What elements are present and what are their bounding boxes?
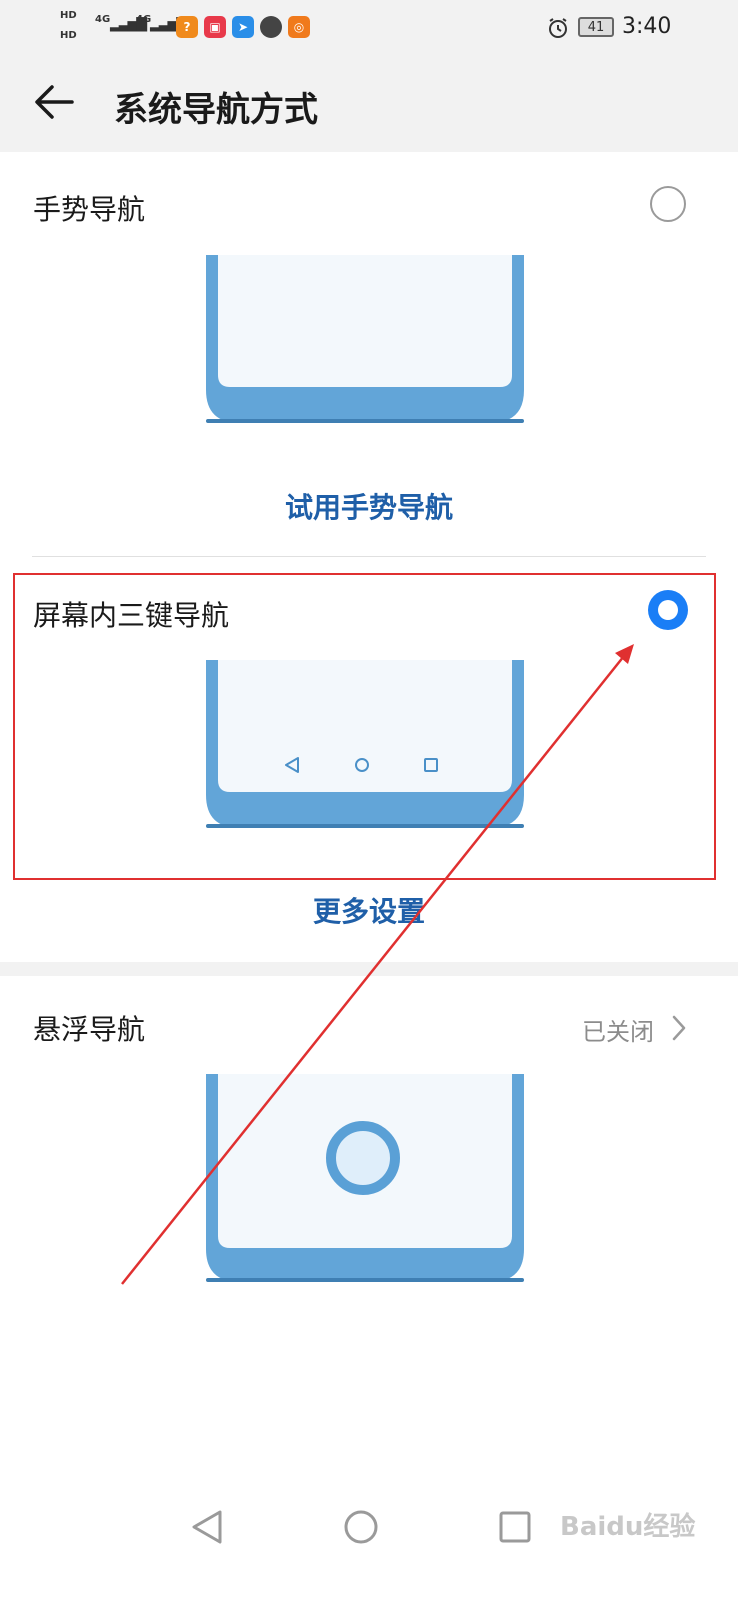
system-back-icon[interactable] [190,1508,226,1546]
system-recent-apps-icon[interactable] [498,1510,532,1544]
annotation-arrow [121,644,634,1285]
baidu-watermark: Baidu经验 [560,1512,696,1542]
system-home-icon[interactable] [343,1509,379,1545]
